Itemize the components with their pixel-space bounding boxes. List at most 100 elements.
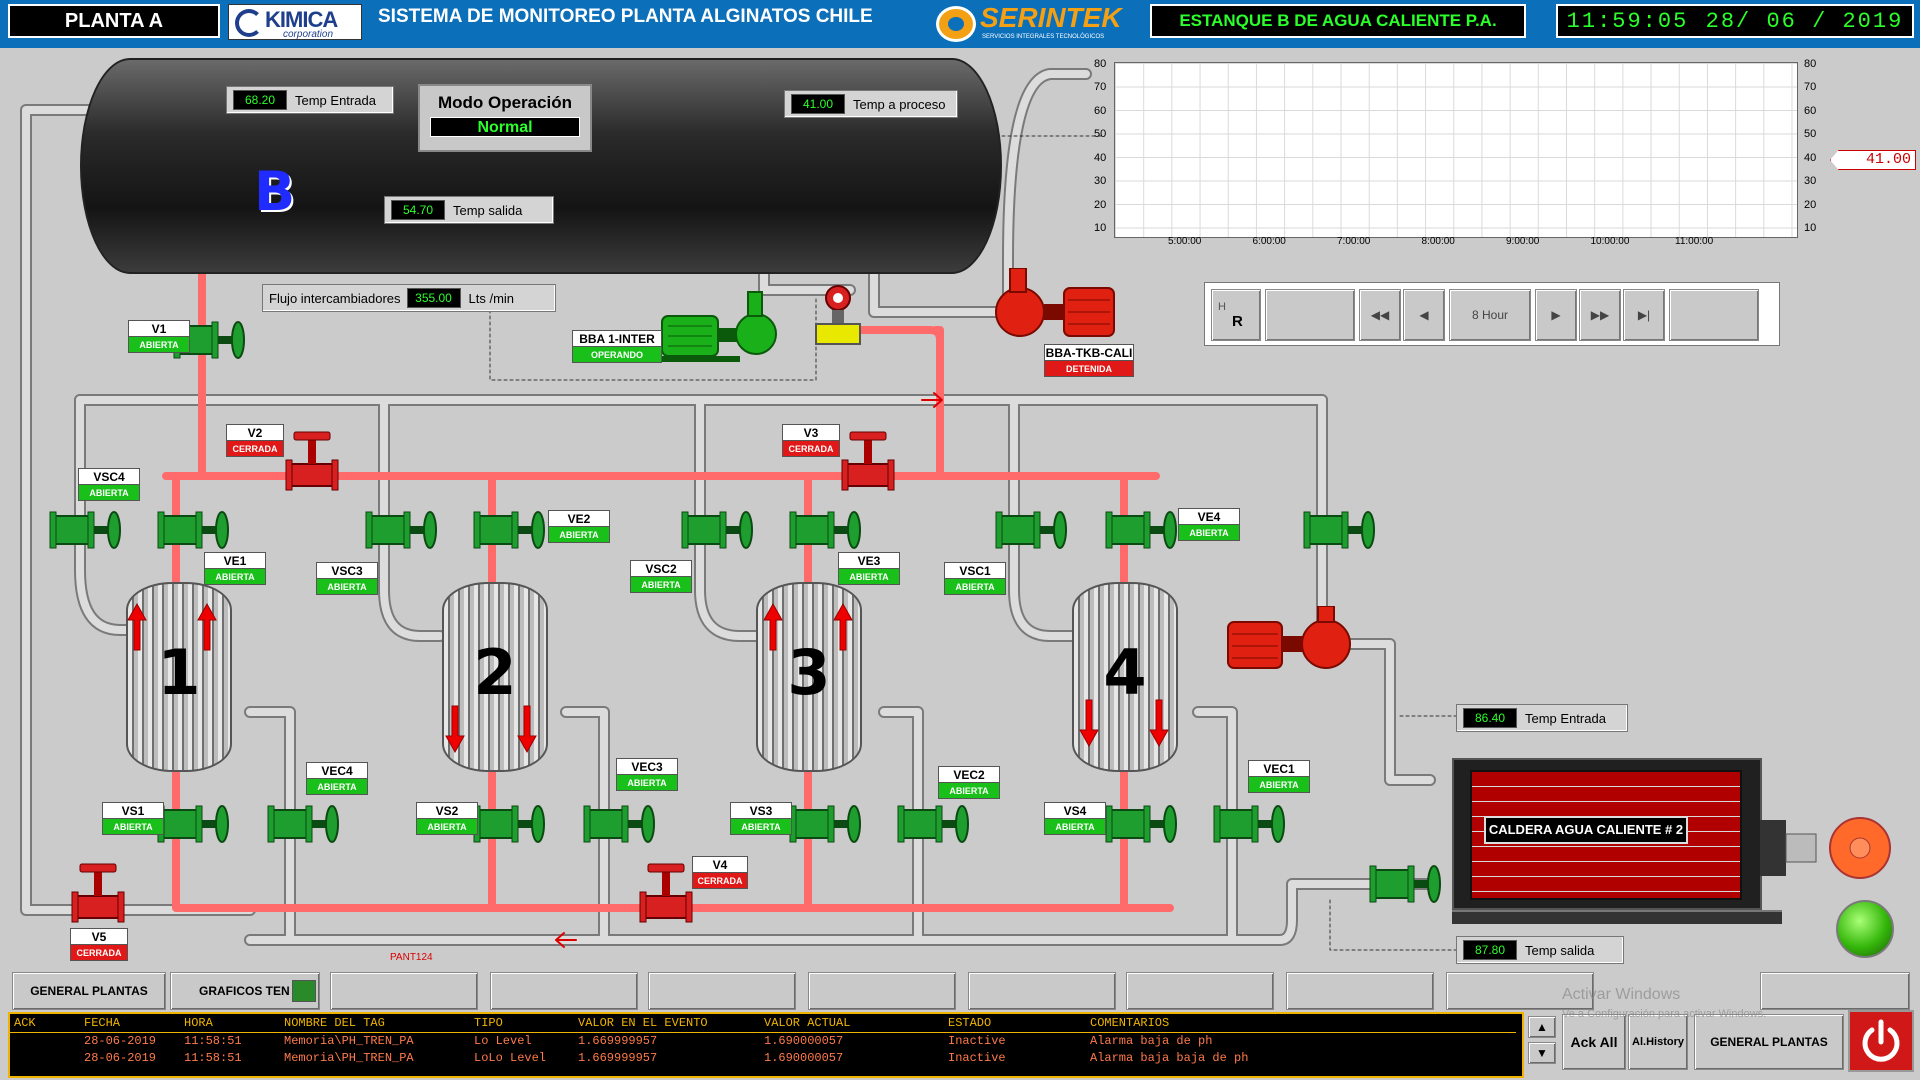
power-button[interactable] <box>1848 1010 1914 1072</box>
trend-h-label: H <box>1218 300 1226 313</box>
alarm-row[interactable]: 28-06-2019 11:58:51 Memoria\PH_TREN_PA Lo L… <box>10 1032 1516 1049</box>
trend-x-tick: 11:00:00 <box>1675 236 1714 247</box>
graficos-button-label: GRAFICOS TEN <box>199 984 290 998</box>
trend-y-tick-right: 50 <box>1804 128 1817 141</box>
nav-button-8[interactable] <box>1126 972 1274 1010</box>
alarm-cell: Memoria\PH_TREN_PA <box>284 1033 414 1048</box>
general-plantas-button[interactable]: GENERAL PLANTAS <box>12 972 166 1010</box>
boiler-temp-entrada-value: 86.40 <box>1463 708 1517 728</box>
alarm-column-header[interactable]: ESTADO <box>944 1014 1086 1033</box>
trend-prev-button[interactable]: ◀ <box>1403 289 1445 341</box>
trend-hr-button[interactable]: H R <box>1211 289 1261 341</box>
first-icon: ◀◀ <box>1370 308 1390 322</box>
trend-x-tick: 10:00:00 <box>1590 236 1630 247</box>
trend-start-field[interactable] <box>1265 289 1355 341</box>
alarm-column-header[interactable]: VALOR ACTUAL <box>760 1014 944 1033</box>
alarm-cell: 1.690000057 <box>764 1050 844 1065</box>
chart-icon <box>291 980 316 1002</box>
trend-y-tick-left: 10 <box>1094 222 1107 234</box>
prev-icon: ◀ <box>1419 308 1429 322</box>
trend-first-button[interactable]: ◀◀ <box>1359 289 1401 341</box>
trend-y-tick-left: 80 <box>1094 58 1107 70</box>
nav-button-6[interactable] <box>808 972 956 1010</box>
alarm-cell: 28-06-2019 <box>84 1033 157 1048</box>
nav-button-7[interactable] <box>968 972 1116 1010</box>
trend-x-tick: 7:00:00 <box>1337 236 1371 247</box>
alarm-summary-table: ACK FECHA HORA NOMBRE DEL TAG TIPO VALOR EN E… <box>8 1012 1524 1078</box>
trend-r-label: R <box>1232 312 1243 330</box>
next-icon: ▶ <box>1551 308 1561 322</box>
pipe-tag-label: PANT124 <box>390 952 433 963</box>
power-icon <box>1862 1019 1900 1062</box>
boiler-label: CALDERA AGUA CALIENTE # 2 <box>1484 816 1688 844</box>
trend-y-tick-right: 30 <box>1804 175 1817 188</box>
boiler-temp-salida-value: 87.80 <box>1463 940 1517 960</box>
alarm-column-header[interactable]: ACK <box>10 1014 80 1033</box>
trend-y-tick-left: 40 <box>1094 151 1107 164</box>
trend-chart[interactable] <box>1114 62 1798 238</box>
trend-y-tick-right: 60 <box>1804 104 1817 117</box>
alarm-column-header[interactable]: NOMBRE DEL TAG <box>280 1014 470 1033</box>
alarm-cell: Alarma baja de ph <box>1090 1033 1213 1048</box>
alarm-scroll-up-button[interactable]: ▲ <box>1528 1016 1556 1038</box>
trend-next-button[interactable]: ▶ <box>1535 289 1577 341</box>
trend-y-tick-left: 50 <box>1094 128 1107 141</box>
nav-button-4[interactable] <box>490 972 638 1010</box>
trend-y-tick-right: 40 <box>1804 151 1817 164</box>
alarm-column-header[interactable]: VALOR EN EL EVENTO <box>574 1014 760 1033</box>
alarm-scroll-down-button[interactable]: ▼ <box>1528 1042 1556 1064</box>
trend-last-button[interactable]: ▶| <box>1623 289 1665 341</box>
general-plantas-button-2[interactable]: GENERAL PLANTAS <box>1694 1014 1844 1070</box>
alarm-cell: 1.669999957 <box>578 1050 658 1065</box>
ack-all-button[interactable]: Ack All <box>1562 1014 1626 1070</box>
alarm-column-header[interactable]: COMENTARIOS <box>1086 1014 1516 1033</box>
last-icon: ▶| <box>1637 308 1651 322</box>
trend-y-tick-left: 30 <box>1094 175 1107 188</box>
alarm-cell: Memoria\PH_TREN_PA <box>284 1050 414 1065</box>
alarm-row[interactable]: 28-06-2019 11:58:51 Memoria\PH_TREN_PA LoLo… <box>10 1049 1516 1066</box>
windows-watermark-subtitle: Ve a Configuración para activar Windows. <box>1562 1008 1767 1020</box>
trend-y-tick-left: 60 <box>1094 104 1107 117</box>
alarm-cell <box>10 1049 80 1066</box>
trend-navigation: H R ◀◀ ◀ 8 Hour ▶ ▶▶ ▶| <box>1204 282 1780 346</box>
trend-range-button[interactable]: 8 Hour <box>1449 289 1531 341</box>
nav-button-5[interactable] <box>648 972 796 1010</box>
alarm-cell: 11:58:51 <box>184 1050 242 1065</box>
alarm-header-row: ACK FECHA HORA NOMBRE DEL TAG TIPO VALOR EN E… <box>10 1014 1516 1033</box>
alarm-column-header[interactable]: TIPO <box>470 1014 574 1033</box>
nav-button-9[interactable] <box>1286 972 1434 1010</box>
windows-watermark-title: Activar Windows <box>1562 986 1681 1003</box>
status-indicator-light <box>1836 900 1894 958</box>
alarm-cell: Alarma baja baja de ph <box>1090 1050 1249 1065</box>
trend-y-tick-right: 70 <box>1804 81 1817 94</box>
trend-y-tick-left: 20 <box>1094 198 1107 211</box>
alarm-cell: Lo Level <box>474 1033 532 1048</box>
alarm-cell: 1.669999957 <box>578 1033 658 1048</box>
trend-y-tick-left: 70 <box>1094 81 1107 94</box>
boiler-temp-entrada-label: Temp Entrada <box>1525 710 1606 726</box>
nav-button-3[interactable] <box>330 972 478 1010</box>
alarm-history-button[interactable]: Al.History <box>1628 1014 1688 1070</box>
graficos-button[interactable]: GRAFICOS TEN <box>170 972 320 1010</box>
alarm-cell <box>10 1032 80 1049</box>
alarm-column-header[interactable]: FECHA <box>80 1014 180 1033</box>
trend-y-tick-right: 20 <box>1804 198 1817 211</box>
trend-fast-forward-button[interactable]: ▶▶ <box>1579 289 1621 341</box>
trend-end-field[interactable] <box>1669 289 1759 341</box>
boiler-base <box>1452 910 1782 924</box>
trend-y-tick-right: 10 <box>1804 222 1817 234</box>
trend-x-tick: 8:00:00 <box>1421 236 1455 247</box>
alarm-cell: 28-06-2019 <box>84 1050 157 1065</box>
boiler-burner-icon <box>1760 817 1891 879</box>
alarm-cell: Inactive <box>948 1033 1006 1048</box>
trend-y-tick-right: 80 <box>1804 58 1817 70</box>
alarm-cell: Inactive <box>948 1050 1006 1065</box>
scada-screen: PLANTA A KIMICA corporation SISTEMA DE M… <box>0 0 1920 1080</box>
nav-button-11[interactable] <box>1760 972 1910 1010</box>
alarm-cell: 11:58:51 <box>184 1033 242 1048</box>
alarm-column-header[interactable]: HORA <box>180 1014 280 1033</box>
trend-x-tick: 6:00:00 <box>1252 236 1286 247</box>
boiler-temp-salida: 87.80 Temp salida <box>1456 936 1624 964</box>
trend-x-tick: 9:00:00 <box>1506 236 1540 247</box>
triangle-up-icon: ▲ <box>1536 1020 1548 1034</box>
